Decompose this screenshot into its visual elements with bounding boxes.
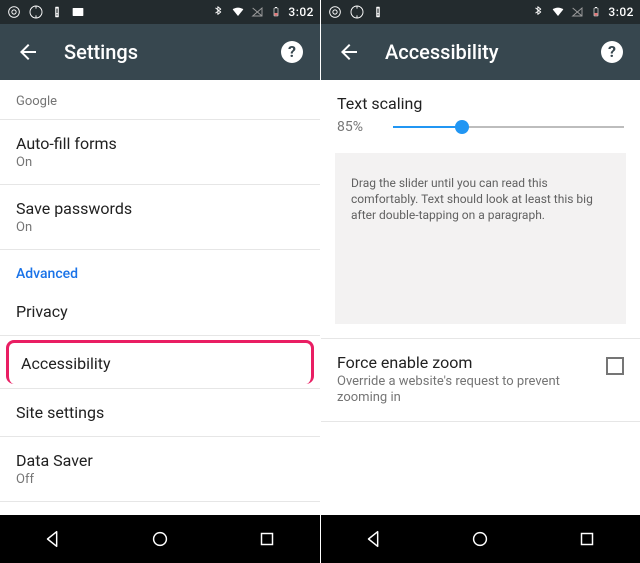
excl-icon bbox=[371, 5, 385, 19]
phone-accessibility: 3:02 Accessibility Text scaling 85% Drag… bbox=[320, 0, 640, 563]
page-title: Settings bbox=[64, 40, 280, 64]
nav-recent-icon bbox=[576, 528, 598, 550]
nav-recent-icon bbox=[256, 528, 278, 550]
status-bar: 3:02 bbox=[0, 0, 320, 24]
nav-home-icon bbox=[469, 528, 491, 550]
text-scaling-block: Text scaling 85% bbox=[321, 80, 640, 147]
wifi-icon bbox=[230, 4, 246, 20]
item-sub: On bbox=[16, 155, 304, 170]
item-sub: Off bbox=[16, 472, 304, 487]
wifi-icon bbox=[550, 4, 566, 20]
accessibility-content: Text scaling 85% Drag the slider until y… bbox=[321, 80, 640, 515]
nav-bar bbox=[321, 515, 640, 563]
settings-item-google[interactable]: Google bbox=[0, 80, 320, 119]
excl-icon bbox=[50, 5, 64, 19]
app-bar: Accessibility bbox=[321, 24, 640, 80]
arrow-back-icon bbox=[337, 40, 361, 64]
signal-icon bbox=[570, 4, 586, 20]
item-sub: Google bbox=[16, 94, 304, 109]
rotate-icon bbox=[349, 4, 365, 20]
nav-back-button[interactable] bbox=[42, 528, 64, 550]
page-title: Accessibility bbox=[385, 40, 600, 64]
settings-item-data-saver[interactable]: Data Saver Off bbox=[0, 437, 320, 502]
settings-item-site-settings[interactable]: Site settings bbox=[0, 389, 320, 437]
item-label: Site settings bbox=[16, 403, 304, 422]
text-scaling-title: Text scaling bbox=[337, 94, 624, 113]
sync-icon bbox=[6, 4, 22, 20]
battery-icon bbox=[270, 4, 282, 20]
settings-item-about[interactable]: About Chrome bbox=[0, 502, 320, 515]
back-button[interactable] bbox=[337, 40, 361, 64]
battery-icon bbox=[590, 4, 602, 20]
nav-back-icon bbox=[42, 528, 64, 550]
settings-item-privacy[interactable]: Privacy bbox=[0, 288, 320, 336]
item-label: Data Saver bbox=[16, 451, 304, 470]
settings-list[interactable]: Google Auto-fill forms On Save passwords… bbox=[0, 80, 320, 515]
arrow-back-icon bbox=[16, 40, 40, 64]
slider-thumb-icon[interactable] bbox=[455, 120, 469, 134]
nav-back-icon bbox=[363, 528, 385, 550]
nav-recent-button[interactable] bbox=[256, 528, 278, 550]
nav-home-button[interactable] bbox=[469, 528, 491, 550]
status-clock: 3:02 bbox=[608, 5, 634, 19]
section-header-advanced: Advanced bbox=[0, 250, 320, 288]
sync-icon bbox=[327, 4, 343, 20]
settings-item-passwords[interactable]: Save passwords On bbox=[0, 185, 320, 250]
force-zoom-checkbox[interactable] bbox=[606, 357, 624, 375]
signal-icon bbox=[250, 4, 266, 20]
back-button[interactable] bbox=[16, 40, 40, 64]
rotate-icon bbox=[28, 4, 44, 20]
bluetooth-icon bbox=[532, 5, 546, 19]
help-button[interactable] bbox=[600, 40, 624, 64]
text-scaling-sample: Drag the slider until you can read this … bbox=[335, 153, 626, 324]
status-bar: 3:02 bbox=[321, 0, 640, 24]
text-scaling-slider[interactable] bbox=[393, 115, 624, 139]
item-label: Auto-fill forms bbox=[16, 134, 304, 153]
app-bar: Settings bbox=[0, 24, 320, 80]
item-label: Save passwords bbox=[16, 199, 304, 218]
phone-settings: 3:02 Settings Google Auto-fill forms On … bbox=[0, 0, 320, 563]
bluetooth-icon bbox=[212, 5, 226, 19]
nav-back-button[interactable] bbox=[363, 528, 385, 550]
item-label: Privacy bbox=[16, 302, 304, 321]
status-clock: 3:02 bbox=[288, 5, 314, 19]
card-icon bbox=[70, 4, 86, 20]
nav-home-button[interactable] bbox=[149, 528, 171, 550]
force-zoom-row[interactable]: Force enable zoom Override a website's r… bbox=[321, 338, 640, 423]
force-zoom-label: Force enable zoom bbox=[337, 353, 594, 372]
text-scaling-percent: 85% bbox=[337, 119, 383, 135]
settings-item-autofill[interactable]: Auto-fill forms On bbox=[0, 120, 320, 185]
item-sub: On bbox=[16, 220, 304, 235]
force-zoom-sub: Override a website's request to prevent … bbox=[337, 374, 594, 408]
settings-item-accessibility[interactable]: Accessibility bbox=[6, 340, 314, 384]
nav-recent-button[interactable] bbox=[576, 528, 598, 550]
help-icon bbox=[600, 40, 624, 64]
help-icon bbox=[280, 40, 304, 64]
help-button[interactable] bbox=[280, 40, 304, 64]
nav-bar bbox=[0, 515, 320, 563]
nav-home-icon bbox=[149, 528, 171, 550]
item-label: Accessibility bbox=[21, 354, 299, 373]
